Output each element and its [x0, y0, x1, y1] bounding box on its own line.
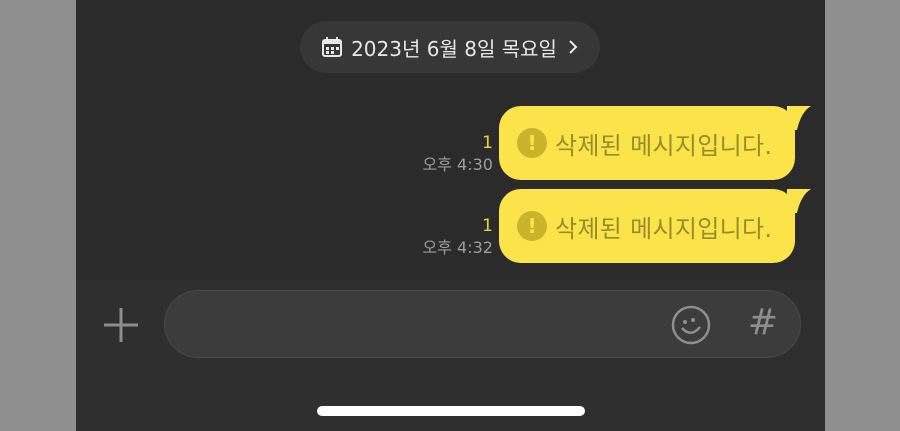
- unread-count: 1: [482, 133, 493, 153]
- message-meta: 1 오후 4:30: [423, 132, 493, 176]
- date-header-pill[interactable]: 2023년 6월 8일 목요일: [300, 21, 600, 73]
- bubble-tail: [787, 106, 811, 130]
- home-indicator[interactable]: [317, 406, 585, 416]
- message-bubble[interactable]: ! 삭제된 메시지입니다.: [499, 106, 811, 180]
- emoji-icon[interactable]: [670, 304, 712, 346]
- message-composer: #: [76, 280, 825, 431]
- chevron-right-icon: [569, 40, 578, 54]
- message-text: 삭제된 메시지입니다.: [555, 214, 773, 243]
- message-row: 1 오후 4:32 ! 삭제된 메시지입니다.: [391, 189, 811, 263]
- calendar-icon: [322, 37, 343, 57]
- unread-count: 1: [482, 216, 493, 236]
- exclamation-icon: !: [517, 128, 547, 158]
- plus-icon[interactable]: [102, 306, 140, 344]
- bubble-tail: [787, 189, 811, 213]
- message-meta: 1 오후 4:32: [423, 215, 493, 259]
- exclamation-icon: !: [517, 211, 547, 241]
- hashtag-search-button[interactable]: #: [746, 302, 780, 344]
- message-bubble[interactable]: ! 삭제된 메시지입니다.: [499, 189, 811, 263]
- message-text: 삭제된 메시지입니다.: [555, 131, 773, 160]
- date-header-label: 2023년 6월 8일 목요일: [351, 36, 557, 61]
- message-time: 오후 4:30: [422, 155, 493, 174]
- chat-screen: 2023년 6월 8일 목요일 1 오후 4:30 ! 삭제된 메시지입니다. …: [76, 0, 825, 431]
- message-time: 오후 4:32: [422, 238, 493, 257]
- message-row: 1 오후 4:30 ! 삭제된 메시지입니다.: [391, 106, 811, 180]
